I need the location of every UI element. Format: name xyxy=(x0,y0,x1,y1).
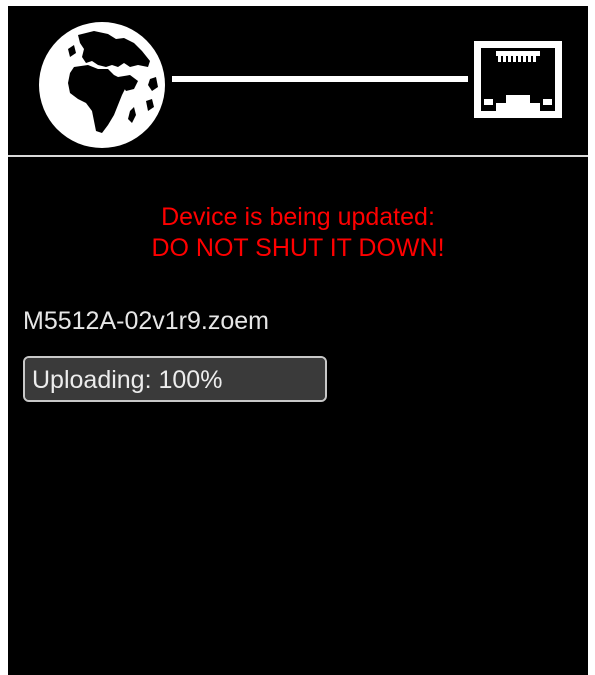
warning-line-2: DO NOT SHUT IT DOWN! xyxy=(151,234,445,262)
ethernet-port-icon xyxy=(474,41,562,118)
firmware-filename: M5512A-02v1r9.zoem xyxy=(23,307,269,335)
connection-line xyxy=(172,76,468,82)
upload-progress-bar: Uploading: 100% xyxy=(23,356,327,402)
globe-icon xyxy=(39,22,165,148)
warning-line-1: Device is being updated: xyxy=(161,203,435,231)
connection-header xyxy=(8,6,588,154)
update-warning: Device is being updated: DO NOT SHUT IT … xyxy=(8,202,588,264)
upload-progress-label: Uploading: 100% xyxy=(32,366,223,394)
header-divider xyxy=(8,155,588,157)
update-screen: Device is being updated: DO NOT SHUT IT … xyxy=(8,6,588,675)
